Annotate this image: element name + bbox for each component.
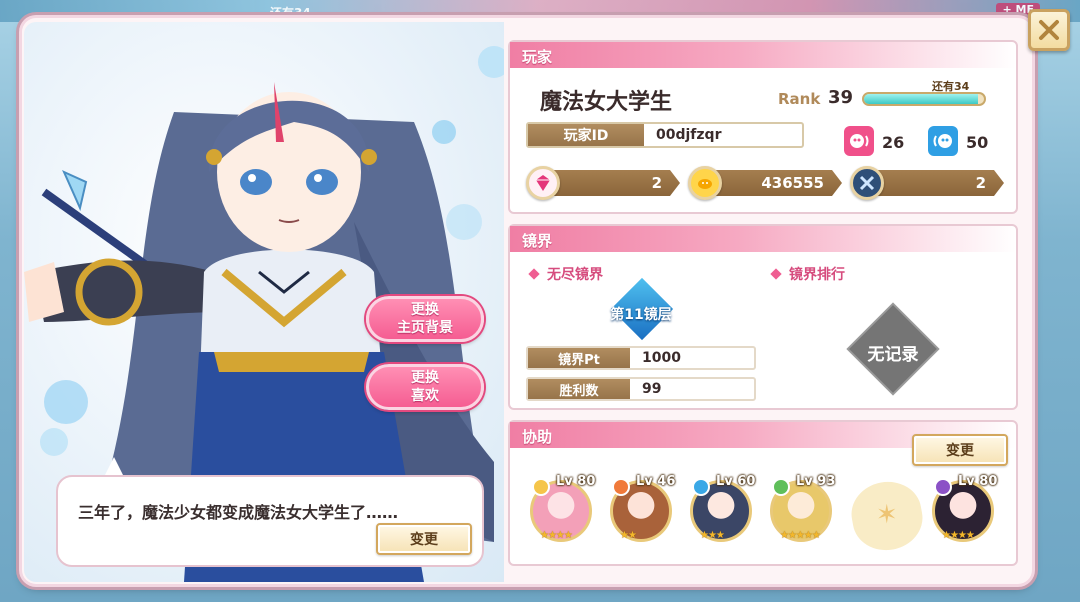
change-favorite-button[interactable]: 更换 喜欢 [366, 364, 484, 410]
rarity-stars: ★★★ [700, 530, 725, 541]
items-value: 2 [975, 174, 986, 192]
support-member[interactable]: Lv 46 ★★ [610, 474, 676, 546]
diamond-bullet-icon [770, 268, 782, 280]
mirror-ranking-label: 镜界排行 [770, 264, 845, 284]
endless-mirror-label: 无尽镜界 [528, 264, 603, 284]
speech-bubble: 三年了，魔法少女都变成魔法女大学生了…… 变更 [56, 475, 484, 567]
speech-text: 三年了，魔法少女都变成魔法女大学生了…… [78, 503, 399, 522]
support-section-title: 协助 [522, 428, 553, 446]
player-id-box: 玩家ID 00djfzqr [526, 122, 804, 148]
wins-value: 99 [642, 381, 662, 397]
support-member[interactable]: Lv 80 ★★★★ [932, 474, 998, 546]
support-member[interactable]: Lv 60 ★★★ [690, 474, 756, 546]
wins-label: 胜利数 [528, 379, 630, 399]
mirror-section-title: 镜界 [522, 232, 553, 250]
player-panel: 玩家 魔法女大学生 还有34 Rank 39 玩家ID 00djfzqr 26 … [508, 40, 1018, 214]
floor-badge: 第11镜层 [606, 277, 676, 341]
rarity-stars: ★★★★ [942, 530, 975, 541]
support-level: Lv 60 [716, 474, 756, 489]
wood-element-icon [772, 478, 790, 496]
water-element-icon [692, 478, 710, 496]
close-button[interactable] [1028, 9, 1070, 51]
no-record-text: 无记录 [867, 345, 919, 365]
crossed-swords-icon [850, 166, 884, 200]
change-speech-button[interactable]: 变更 [376, 523, 472, 555]
change-favorite-line1: 更换 [411, 370, 439, 386]
light-element-icon [532, 478, 550, 496]
mirror-ranking-text: 镜界排行 [789, 267, 845, 283]
close-icon [1039, 20, 1059, 40]
pink-count: 26 [882, 133, 905, 152]
mirror-panel-header: 镜界 [510, 226, 1016, 252]
player-panel-header: 玩家 [510, 42, 1016, 68]
rarity-stars: ★★ [620, 530, 637, 541]
dark-element-icon [934, 478, 952, 496]
exp-bar-fill [864, 94, 978, 104]
gems-bar: 2 [540, 170, 680, 196]
coins-value: 436555 [761, 174, 824, 192]
change-support-button[interactable]: 变更 [912, 434, 1008, 466]
mirror-pt-label: 镜界Pt [528, 348, 630, 368]
endless-mirror-text: 无尽镜界 [547, 267, 603, 283]
floor-label: 第11镜层 [610, 307, 672, 323]
rarity-stars: ★★★★ [540, 530, 573, 541]
rank-value: 39 [828, 87, 854, 108]
wins-row: 胜利数 99 [526, 377, 756, 401]
support-level: Lv 93 [796, 474, 836, 489]
player-section-title: 玩家 [522, 48, 553, 66]
change-background-button[interactable]: 更换 主页背景 [366, 296, 484, 342]
mirror-panel: 镜界 无尽镜界 镜界排行 第11镜层 镜界Pt 1000 胜利数 99 无记录 [508, 224, 1018, 410]
support-member[interactable]: Lv 93 ★★★★★ [770, 474, 836, 546]
blue-sound-icon [928, 126, 958, 156]
rarity-stars: ★★★★★ [780, 530, 821, 541]
mirror-pt-row: 镜界Pt 1000 [526, 346, 756, 370]
gem-icon [526, 166, 560, 200]
coins-bar: 436555 [702, 170, 842, 196]
exp-bar [862, 92, 986, 106]
support-level: Lv 80 [958, 474, 998, 489]
support-level: Lv 46 [636, 474, 676, 489]
coin-icon [688, 166, 722, 200]
speech-bubble-tail [104, 457, 124, 477]
player-id-value: 00djfzqr [656, 127, 722, 143]
change-background-line1: 更换 [411, 302, 439, 318]
support-panel: 协助 变更 Lv 80 ★★★★ Lv 46 ★★ Lv 60 ★★★ Lv 9… [508, 420, 1018, 566]
star-icon: ✶ [875, 500, 898, 531]
mirror-pt-value: 1000 [642, 350, 681, 366]
no-record-badge: 无记录 [849, 305, 937, 393]
support-member[interactable]: Lv 80 ★★★★ [530, 474, 596, 546]
support-level: Lv 80 [556, 474, 596, 489]
diamond-bullet-icon [528, 268, 540, 280]
fire-element-icon [612, 478, 630, 496]
gems-value: 2 [651, 174, 662, 192]
player-name: 魔法女大学生 [540, 90, 673, 115]
change-background-line2: 主页背景 [397, 320, 453, 336]
items-bar: 2 [864, 170, 1004, 196]
pink-sound-icon [844, 126, 874, 156]
change-favorite-line2: 喜欢 [411, 388, 439, 404]
empty-support-slot[interactable]: ✶ [846, 476, 928, 556]
blue-count: 50 [966, 133, 989, 152]
rank-label: Rank [778, 90, 821, 108]
player-id-label: 玩家ID [528, 124, 644, 146]
